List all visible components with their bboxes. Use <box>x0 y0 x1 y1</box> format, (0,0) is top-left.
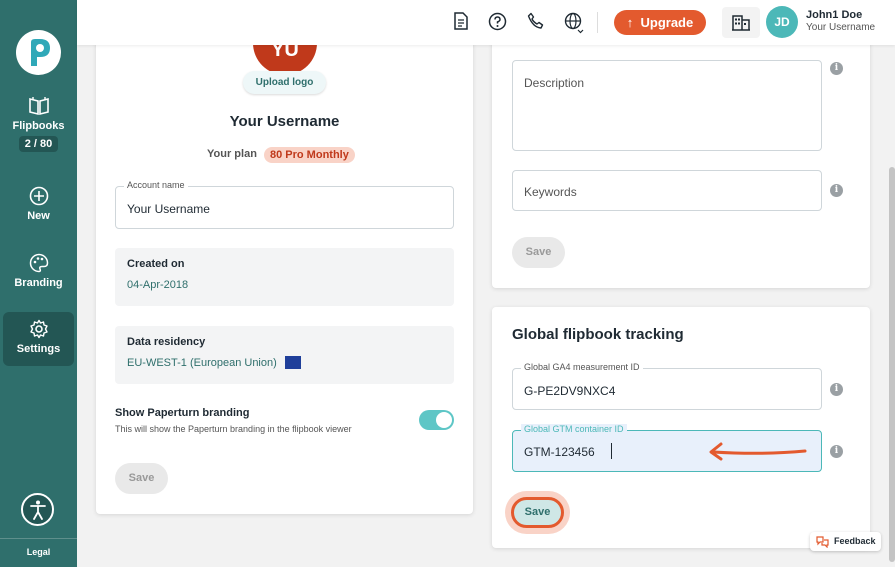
created-on-box: Created on 04-Apr-2018 <box>115 248 454 306</box>
accessibility-button[interactable] <box>21 493 54 526</box>
user-avatar[interactable]: JD <box>766 6 798 38</box>
gtm-label: Global GTM container ID <box>521 424 627 434</box>
ga4-label: Global GA4 measurement ID <box>521 362 643 372</box>
eu-flag-icon <box>285 356 301 369</box>
legal-link[interactable]: Legal <box>0 538 77 557</box>
sidebar-item-label: Flipbooks <box>12 120 65 132</box>
feedback-button[interactable]: Feedback <box>810 532 881 551</box>
seo-card: Description i Keywords i Save <box>492 30 870 288</box>
document-icon[interactable] <box>453 12 469 30</box>
paperturn-logo[interactable] <box>16 30 61 75</box>
sidebar-item-new[interactable]: New <box>0 186 77 222</box>
seo-save-button[interactable]: Save <box>512 237 565 268</box>
plan-label: Your plan <box>207 148 257 160</box>
toggle-knob <box>436 412 452 428</box>
book-icon <box>28 97 49 116</box>
description-placeholder: Description <box>524 76 585 90</box>
toolbar-divider <box>597 12 598 33</box>
account-name-value: Your Username <box>127 202 210 216</box>
upgrade-label: Upgrade <box>640 15 694 30</box>
sidebar-item-settings[interactable]: Settings <box>3 312 74 366</box>
sidebar-item-label: New <box>27 210 50 222</box>
sidebar: Flipbooks 2 / 80 New Branding Settings L… <box>0 0 77 567</box>
description-field[interactable]: Description <box>512 60 822 151</box>
data-residency-value: EU-WEST-1 (European Union) <box>127 357 277 369</box>
arrow-left-icon <box>709 442 807 461</box>
created-on-title: Created on <box>127 258 185 270</box>
palette-icon <box>29 253 48 273</box>
feedback-icon <box>816 536 829 548</box>
sidebar-item-branding[interactable]: Branding <box>0 253 77 289</box>
feedback-label: Feedback <box>834 536 876 546</box>
tracking-save-button[interactable]: Save <box>511 497 564 528</box>
branding-title: Show Paperturn branding <box>115 407 250 419</box>
created-on-value: 04-Apr-2018 <box>127 279 189 291</box>
branding-toggle[interactable] <box>419 410 454 430</box>
accessibility-icon <box>30 500 46 520</box>
gear-icon <box>29 319 48 339</box>
keywords-field[interactable]: Keywords <box>512 170 822 211</box>
sidebar-item-label: Settings <box>16 343 61 355</box>
gtm-field[interactable]: Global GTM container ID GTM-123456 <box>512 424 822 472</box>
plan-badge: 80 Pro Monthly <box>264 147 355 163</box>
flipbook-count-badge: 2 / 80 <box>18 136 59 152</box>
upload-logo-button[interactable]: Upload logo <box>243 71 326 94</box>
ga4-field[interactable]: Global GA4 measurement ID G-PE2DV9NXC4 <box>512 362 822 410</box>
upgrade-button[interactable]: ↑ Upgrade <box>614 10 706 35</box>
top-bar: ↑ Upgrade JD John1 Doe Your Username <box>77 0 895 45</box>
data-residency-box: Data residency EU-WEST-1 (European Union… <box>115 326 454 384</box>
account-username: Your Username <box>229 113 340 130</box>
data-residency-title: Data residency <box>127 336 206 348</box>
account-save-button[interactable]: Save <box>115 463 168 494</box>
building-icon <box>732 15 750 31</box>
info-icon[interactable]: i <box>830 383 843 396</box>
sidebar-item-label: Branding <box>14 277 63 289</box>
account-card: YU Upload logo Your Username Your plan 8… <box>96 30 473 514</box>
globe-icon[interactable] <box>564 12 586 34</box>
page-scrollbar[interactable] <box>887 45 895 567</box>
user-subtitle: Your Username <box>806 22 876 33</box>
account-name-field[interactable]: Account name Your Username <box>115 180 454 229</box>
avatar-initials: JD <box>774 15 790 29</box>
ga4-value: G-PE2DV9NXC4 <box>524 384 616 398</box>
account-name-label: Account name <box>124 180 188 190</box>
arrow-up-icon: ↑ <box>626 15 634 30</box>
tracking-title: Global flipbook tracking <box>512 326 684 343</box>
branding-description: This will show the Paperturn branding in… <box>115 424 352 434</box>
phone-icon[interactable] <box>527 12 544 29</box>
sidebar-item-flipbooks[interactable]: Flipbooks 2 / 80 <box>0 96 77 152</box>
gtm-value: GTM-123456 <box>524 445 595 459</box>
user-name[interactable]: John1 Doe <box>806 9 862 21</box>
organization-button[interactable] <box>722 7 760 38</box>
info-icon[interactable]: i <box>830 184 843 197</box>
help-icon[interactable] <box>488 12 507 31</box>
plus-circle-icon <box>29 186 48 206</box>
tracking-card: Global flipbook tracking Global GA4 meas… <box>492 307 870 548</box>
info-icon[interactable]: i <box>830 445 843 458</box>
text-cursor <box>611 443 612 459</box>
info-icon[interactable]: i <box>830 62 843 75</box>
keywords-placeholder: Keywords <box>524 185 577 199</box>
scrollbar-thumb[interactable] <box>889 167 895 562</box>
